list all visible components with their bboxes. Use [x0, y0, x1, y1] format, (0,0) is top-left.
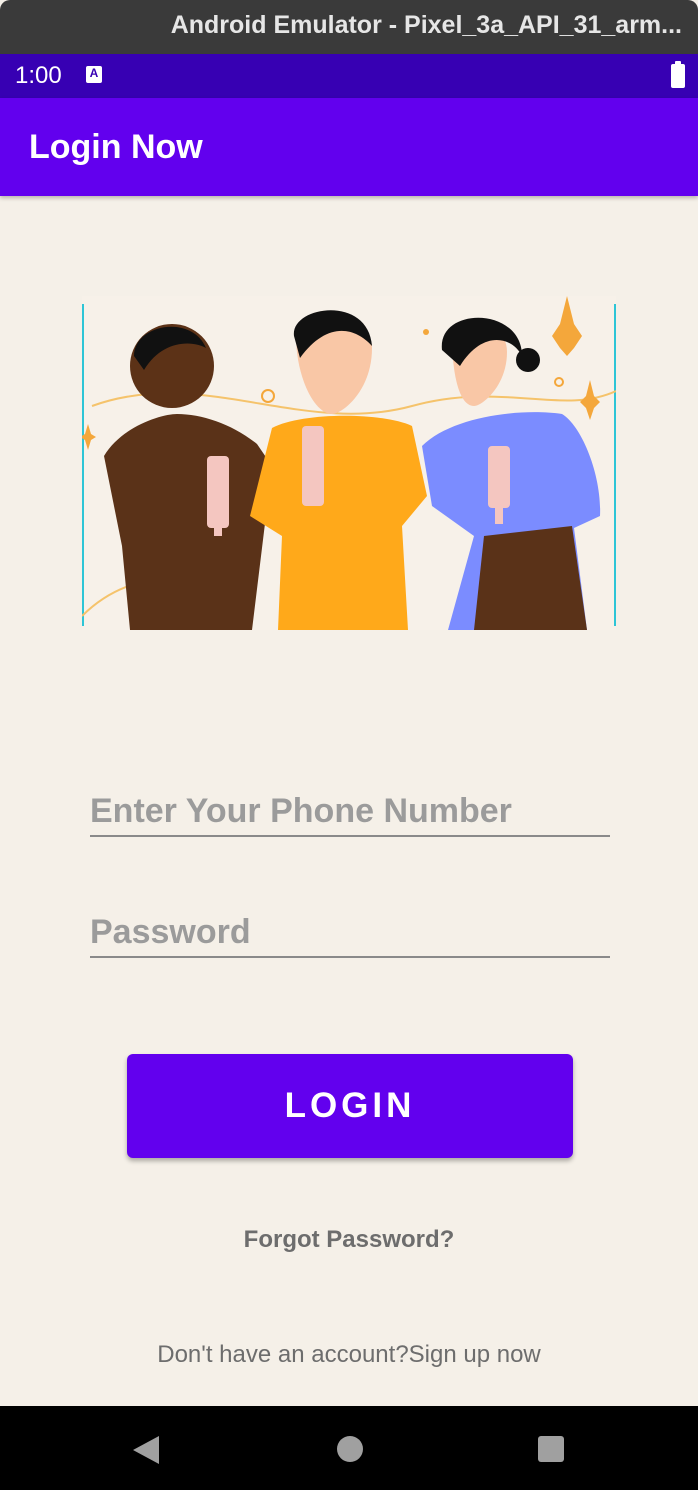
- forgot-password-link[interactable]: Forgot Password?: [0, 1226, 698, 1254]
- login-button[interactable]: LOGIN: [127, 1054, 573, 1158]
- recents-icon[interactable]: [538, 1436, 564, 1462]
- phone-number-input[interactable]: [90, 787, 610, 837]
- notification-icon: A: [86, 66, 102, 83]
- home-icon[interactable]: [337, 1436, 363, 1462]
- signup-link[interactable]: Don't have an account?Sign up now: [0, 1341, 698, 1369]
- password-input[interactable]: [90, 908, 610, 958]
- app-title: Login Now: [29, 128, 203, 166]
- status-time: 1:00: [15, 62, 62, 89]
- friends-illustration: [82, 296, 616, 630]
- emulator-title: Android Emulator - Pixel_3a_API_31_arm..…: [170, 11, 682, 39]
- battery-icon: [671, 61, 685, 88]
- back-icon[interactable]: [133, 1436, 159, 1464]
- emulator-titlebar: Android Emulator - Pixel_3a_API_31_arm..…: [0, 0, 698, 54]
- app-bar: Login Now: [0, 98, 698, 196]
- status-bar: 1:00 A: [0, 54, 698, 98]
